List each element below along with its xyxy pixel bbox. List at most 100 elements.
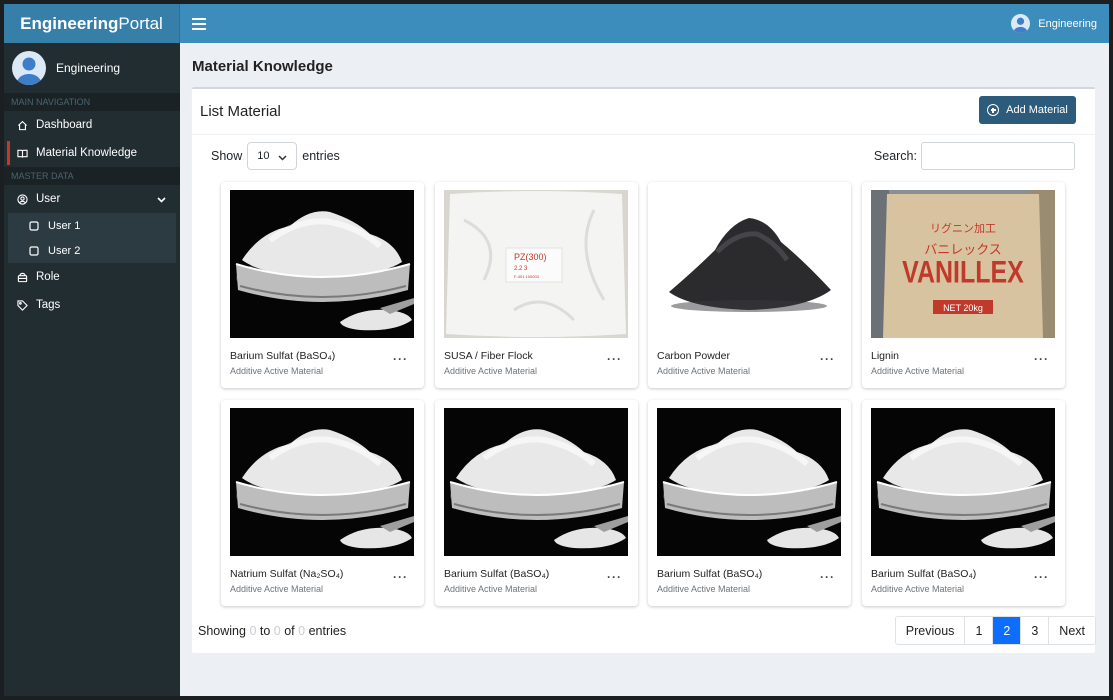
brand-logo[interactable]: Engineering Portal	[4, 4, 180, 43]
more-options-icon[interactable]: ···	[820, 352, 835, 366]
more-options-icon[interactable]: ···	[1034, 570, 1049, 584]
pagination-page-2[interactable]: 2	[992, 617, 1021, 644]
nav-header-main: MAIN NAVIGATION	[4, 93, 180, 111]
add-material-label: Add Material	[1006, 104, 1068, 116]
sidebar-item-material-knowledge[interactable]: Material Knowledge	[4, 139, 180, 167]
user-submenu: User 1 User 2	[8, 213, 176, 263]
box-header: List Material Add Material	[192, 89, 1095, 135]
menu-toggle-icon[interactable]	[192, 17, 206, 30]
more-options-icon[interactable]: ···	[393, 352, 408, 366]
sidebar-item-label: User	[36, 193, 61, 205]
square-icon	[28, 245, 40, 257]
material-category: Additive Active Material	[444, 584, 538, 594]
add-material-button[interactable]: Add Material	[979, 96, 1076, 124]
material-category: Additive Active Material	[871, 584, 965, 594]
chevron-down-icon	[278, 152, 287, 164]
pagination: Previous 1 2 3 Next	[894, 616, 1096, 645]
material-card[interactable]: Barium Sulfat (BaSO₄) Additive Active Mat…	[435, 400, 638, 606]
more-options-icon[interactable]: ···	[607, 570, 622, 584]
topbar-user-name: Engineering	[1038, 17, 1097, 30]
material-image	[657, 190, 841, 338]
user-circle-icon	[16, 193, 28, 205]
plus-circle-icon	[987, 104, 1000, 116]
show-label: Show	[211, 149, 243, 163]
material-category: Additive Active Material	[657, 366, 751, 376]
tag-icon	[16, 299, 28, 311]
material-name: Carbon Powder	[657, 350, 730, 362]
sidebar-item-label: Material Knowledge	[36, 147, 138, 159]
more-options-icon[interactable]: ···	[1034, 352, 1049, 366]
search-label: Search:	[873, 149, 917, 163]
sidebar-item-tags[interactable]: Tags	[4, 291, 180, 319]
square-icon	[28, 220, 40, 232]
box-title: List Material	[200, 103, 281, 120]
sidebar-item-user-1[interactable]: User 1	[8, 213, 176, 238]
more-options-icon[interactable]: ···	[393, 570, 408, 584]
svg-text:2.2 3: 2.2 3	[514, 266, 528, 272]
brand-bold: Engineering	[20, 13, 119, 33]
table-info: Showing 0 to 0 of 0 entries	[198, 624, 346, 638]
chevron-down-icon	[157, 194, 166, 206]
material-category: Additive Active Material	[230, 584, 324, 594]
material-card[interactable]: Barium Sulfat (BaSO₄) Additive Active Mat…	[221, 182, 424, 388]
info-to-label: to	[259, 624, 271, 638]
material-category: Additive Active Material	[230, 366, 324, 376]
material-card[interactable]: Carbon Powder Additive Active Material ···	[648, 182, 851, 388]
material-card[interactable]: PZ(300) 2.2 3 F-401 100003 SUSA / Fiber Flo…	[435, 182, 638, 388]
page-title: Material Knowledge	[192, 58, 333, 75]
sidebar-item-user-2[interactable]: User 2	[8, 238, 176, 263]
sidebar-item-label: Dashboard	[36, 119, 93, 131]
info-prefix: Showing	[198, 624, 246, 638]
material-card[interactable]: Barium Sulfat (BaSO₄) Additive Active Mat…	[862, 400, 1065, 606]
topbar-user-menu[interactable]: Engineering	[1011, 14, 1097, 33]
brand-light: Portal	[118, 13, 163, 33]
material-image	[871, 408, 1055, 556]
svg-text:NET 20kg: NET 20kg	[943, 303, 983, 313]
sidebar-item-dashboard[interactable]: Dashboard	[4, 111, 180, 139]
material-name: SUSA / Fiber Flock	[444, 350, 533, 362]
material-image	[230, 190, 414, 338]
info-from: 0	[249, 624, 257, 638]
material-image: リグニン加工 バニレックス VANILLEX NET 20kg	[871, 190, 1055, 338]
material-card[interactable]: Barium Sulfat (BaSO₄) Additive Active Mat…	[648, 400, 851, 606]
material-image	[444, 408, 628, 556]
material-card[interactable]: Natrium Sulfat (Na₂SO₄) Additive Active M…	[221, 400, 424, 606]
sidebar-item-role[interactable]: Role	[4, 263, 180, 291]
user-panel: Engineering	[4, 43, 180, 93]
pagination-page-3[interactable]: 3	[1020, 617, 1049, 644]
material-name: Lignin	[871, 350, 900, 362]
material-name: Barium Sulfat (BaSO₄)	[444, 568, 550, 580]
material-list-box: List Material Add Material Show 10 entri…	[192, 87, 1096, 653]
material-category: Additive Active Material	[444, 366, 538, 376]
nav-header-master: MASTER DATA	[4, 167, 180, 185]
svg-text:VANILLEX: VANILLEX	[902, 254, 1024, 289]
search-input[interactable]	[921, 142, 1075, 170]
entries-label: entries	[302, 149, 340, 163]
role-icon	[16, 271, 28, 283]
svg-text:PZ(300): PZ(300)	[514, 252, 547, 262]
material-name: Natrium Sulfat (Na₂SO₄)	[230, 568, 344, 580]
sidebar-item-user[interactable]: User	[4, 185, 180, 213]
page-size-select[interactable]: 10	[247, 142, 298, 170]
book-icon	[16, 147, 28, 159]
pagination-next[interactable]: Next	[1048, 617, 1095, 644]
sidebar-item-label: Tags	[36, 299, 61, 311]
sidebar-item-label: Role	[36, 271, 60, 283]
pagination-page-1[interactable]: 1	[964, 617, 993, 644]
more-options-icon[interactable]: ···	[607, 352, 622, 366]
user-name: Engineering	[56, 61, 121, 75]
material-name: Barium Sulfat (BaSO₄)	[657, 568, 763, 580]
material-category: Additive Active Material	[657, 584, 751, 594]
material-card[interactable]: リグニン加工 バニレックス VANILLEX NET 20kg Lignin Additi…	[862, 182, 1065, 388]
svg-text:F-401 100003: F-401 100003	[514, 274, 540, 279]
info-to: 0	[273, 624, 281, 638]
pagination-previous[interactable]: Previous	[895, 617, 965, 644]
user-avatar	[1011, 14, 1031, 33]
page-size-value: 10	[257, 150, 270, 162]
material-name: Barium Sulfat (BaSO₄)	[230, 350, 336, 362]
sidebar-item-label: User 2	[48, 244, 81, 257]
main-content: Material Knowledge List Material Add Mat…	[180, 43, 1109, 696]
home-icon	[16, 119, 28, 131]
app-frame: Engineering Portal Engineering MAIN NAVIG…	[4, 4, 1109, 696]
more-options-icon[interactable]: ···	[820, 570, 835, 584]
